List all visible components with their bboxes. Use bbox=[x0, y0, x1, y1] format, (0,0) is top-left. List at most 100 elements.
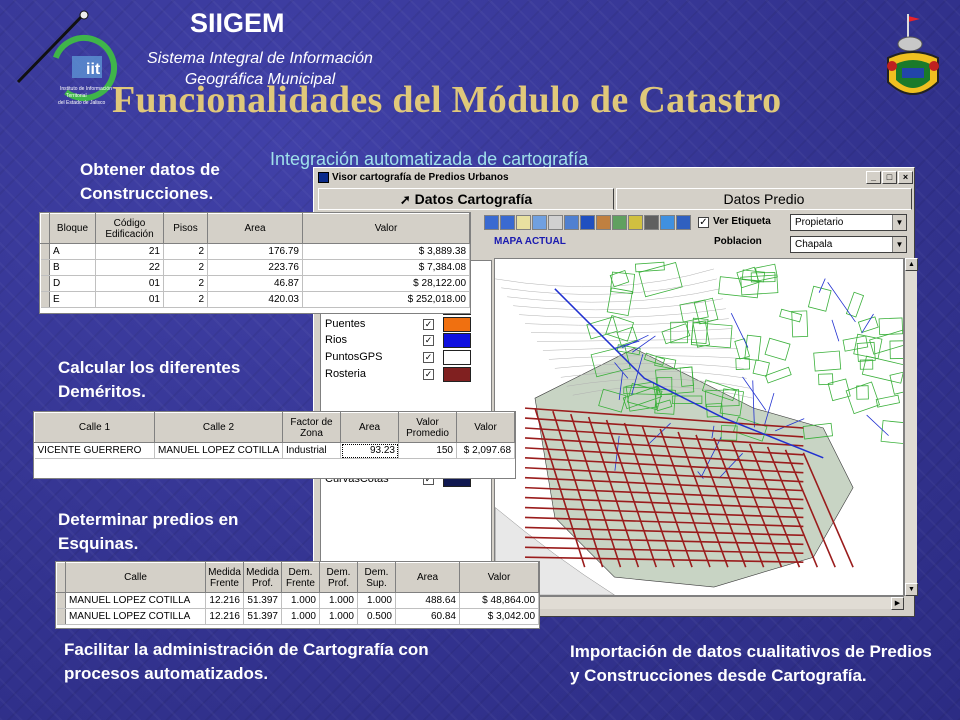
row-selector[interactable] bbox=[40, 291, 50, 308]
cell-valor[interactable]: $ 3,042.00 bbox=[459, 608, 539, 625]
column-header[interactable]: Medida Frente bbox=[205, 562, 244, 593]
tab-datos-predio[interactable]: Datos Predio bbox=[616, 188, 912, 210]
layer-visibility-checkbox[interactable]: ✓ bbox=[423, 352, 434, 363]
cell-medida-frente[interactable]: 12.216 bbox=[205, 608, 244, 625]
column-header[interactable]: Valor Promedio bbox=[398, 412, 457, 443]
pan-icon[interactable] bbox=[516, 215, 531, 230]
select-icon[interactable] bbox=[564, 215, 579, 230]
map-canvas[interactable] bbox=[494, 258, 904, 596]
table-row[interactable]: MANUEL LOPEZ COTILLA 12.216 51.397 1.000… bbox=[56, 592, 539, 609]
row-selector[interactable] bbox=[40, 275, 50, 292]
cell-codigo[interactable]: 21 bbox=[95, 243, 164, 260]
cell-valor-promedio[interactable]: 150 bbox=[398, 442, 457, 459]
cell-calle[interactable]: MANUEL LOPEZ COTILLA bbox=[65, 608, 206, 625]
table-row[interactable]: E 01 2 420.03 $ 252,018.00 bbox=[40, 291, 470, 308]
cell-dem-frente[interactable]: 1.000 bbox=[281, 608, 320, 625]
cell-bloque[interactable]: B bbox=[49, 259, 96, 276]
scroll-up-icon[interactable]: ▲ bbox=[905, 258, 918, 271]
zoom-out-icon[interactable] bbox=[500, 215, 515, 230]
horizontal-scrollbar[interactable]: ◀ ▶ bbox=[494, 596, 904, 610]
cell-bloque[interactable]: E bbox=[49, 291, 96, 308]
chevron-down-icon[interactable]: ▼ bbox=[892, 215, 906, 230]
cell-bloque[interactable]: A bbox=[49, 243, 96, 260]
scroll-right-icon[interactable]: ▶ bbox=[891, 597, 904, 610]
cell-area[interactable]: 420.03 bbox=[207, 291, 303, 308]
info-icon[interactable] bbox=[676, 215, 691, 230]
table-row[interactable]: A 21 2 176.79 $ 3,889.38 bbox=[40, 243, 470, 260]
visor-titlebar[interactable]: Visor cartografía de Predios Urbanos _ □… bbox=[316, 170, 913, 186]
cell-pisos[interactable]: 2 bbox=[163, 275, 208, 292]
cell-valor[interactable]: $ 48,864.00 bbox=[459, 592, 539, 609]
column-header[interactable]: Area bbox=[340, 412, 399, 443]
cell-codigo[interactable]: 22 bbox=[95, 259, 164, 276]
column-header[interactable]: Medida Prof. bbox=[243, 562, 282, 593]
cell-valor[interactable]: $ 7,384.08 bbox=[302, 259, 470, 276]
layers-icon[interactable] bbox=[612, 215, 627, 230]
layer-item[interactable]: Rosteria ✓ bbox=[325, 366, 489, 382]
row-selector[interactable] bbox=[56, 592, 66, 609]
cell-medida-prof[interactable]: 51.397 bbox=[243, 608, 282, 625]
cell-codigo[interactable]: 01 bbox=[95, 275, 164, 292]
column-header[interactable]: Pisos bbox=[163, 213, 208, 244]
layer-item[interactable]: Rios ✓ bbox=[325, 333, 489, 349]
cell-dem-prof[interactable]: 1.000 bbox=[319, 608, 358, 625]
cell-medida-prof[interactable]: 51.397 bbox=[243, 592, 282, 609]
cell-calle-1[interactable]: VICENTE GUERRERO bbox=[34, 442, 155, 459]
cell-medida-frente[interactable]: 12.216 bbox=[205, 592, 244, 609]
column-header[interactable]: Bloque bbox=[49, 213, 96, 244]
cell-dem-sup[interactable]: 1.000 bbox=[357, 592, 396, 609]
print-icon[interactable] bbox=[644, 215, 659, 230]
column-header[interactable]: Valor bbox=[302, 213, 470, 244]
cell-calle[interactable]: MANUEL LOPEZ COTILLA bbox=[65, 592, 206, 609]
scroll-down-icon[interactable]: ▼ bbox=[905, 583, 918, 596]
layer-visibility-checkbox[interactable]: ✓ bbox=[423, 335, 434, 347]
cell-valor[interactable]: $ 28,122.00 bbox=[302, 275, 470, 292]
cell-area[interactable]: 176.79 bbox=[207, 243, 303, 260]
tab-datos-cartografia[interactable]: ➚ Datos Cartografía bbox=[318, 188, 614, 210]
layer-visibility-checkbox[interactable]: ✓ bbox=[423, 318, 434, 330]
column-header[interactable]: Código Edificación bbox=[95, 213, 164, 244]
measure-icon[interactable] bbox=[596, 215, 611, 230]
cell-pisos[interactable]: 2 bbox=[163, 259, 208, 276]
column-header[interactable]: Area bbox=[207, 213, 303, 244]
cell-area[interactable]: 60.84 bbox=[395, 608, 460, 625]
close-button[interactable]: × bbox=[898, 171, 913, 184]
column-header[interactable]: Area bbox=[395, 562, 460, 593]
row-selector[interactable] bbox=[56, 608, 66, 625]
cell-dem-prof[interactable]: 1.000 bbox=[319, 592, 358, 609]
cell-bloque[interactable]: D bbox=[49, 275, 96, 292]
row-selector[interactable] bbox=[40, 243, 50, 260]
ver-etiqueta-checkbox[interactable]: ✓ bbox=[698, 217, 709, 228]
cell-area[interactable]: 46.87 bbox=[207, 275, 303, 292]
cell-valor[interactable]: $ 3,889.38 bbox=[302, 243, 470, 260]
table-row[interactable]: VICENTE GUERRERO MANUEL LOPEZ COTILLA In… bbox=[34, 442, 515, 459]
cell-dem-frente[interactable]: 1.000 bbox=[281, 592, 320, 609]
table-row[interactable]: MANUEL LOPEZ COTILLA 12.216 51.397 1.000… bbox=[56, 608, 539, 625]
chevron-down-icon[interactable]: ▼ bbox=[892, 237, 906, 252]
refresh-icon[interactable] bbox=[660, 215, 675, 230]
table-row[interactable]: D 01 2 46.87 $ 28,122.00 bbox=[40, 275, 470, 292]
full-extent-icon[interactable] bbox=[532, 215, 547, 230]
maximize-button[interactable]: □ bbox=[882, 171, 897, 184]
column-header[interactable]: Calle 1 bbox=[34, 412, 155, 443]
column-header[interactable]: Factor de Zona bbox=[282, 412, 341, 443]
layer-item[interactable]: Puentes ✓ bbox=[325, 316, 489, 332]
row-selector[interactable] bbox=[40, 259, 50, 276]
vertical-scrollbar[interactable]: ▲ ▼ bbox=[904, 258, 918, 596]
zoom-in-icon[interactable] bbox=[484, 215, 499, 230]
cell-area[interactable]: 93.23 bbox=[340, 442, 399, 459]
column-header[interactable]: Valor bbox=[456, 412, 515, 443]
identify-icon[interactable] bbox=[548, 215, 563, 230]
column-header[interactable]: Valor bbox=[459, 562, 539, 593]
layer-visibility-checkbox[interactable]: ✓ bbox=[423, 368, 434, 380]
layer-item[interactable]: PuntosGPS ✓ bbox=[325, 350, 489, 365]
column-header[interactable]: Calle 2 bbox=[154, 412, 283, 443]
column-header[interactable]: Calle bbox=[65, 562, 206, 593]
cell-valor[interactable]: $ 2,097.68 bbox=[456, 442, 515, 459]
label-icon[interactable] bbox=[628, 215, 643, 230]
column-header[interactable]: Dem. Frente bbox=[281, 562, 320, 593]
cell-calle-2[interactable]: MANUEL LOPEZ COTILLA bbox=[154, 442, 283, 459]
cell-codigo[interactable]: 01 bbox=[95, 291, 164, 308]
cell-factor-zona[interactable]: Industrial bbox=[282, 442, 341, 459]
etiqueta-select[interactable]: Propietario ▼ bbox=[790, 214, 907, 231]
